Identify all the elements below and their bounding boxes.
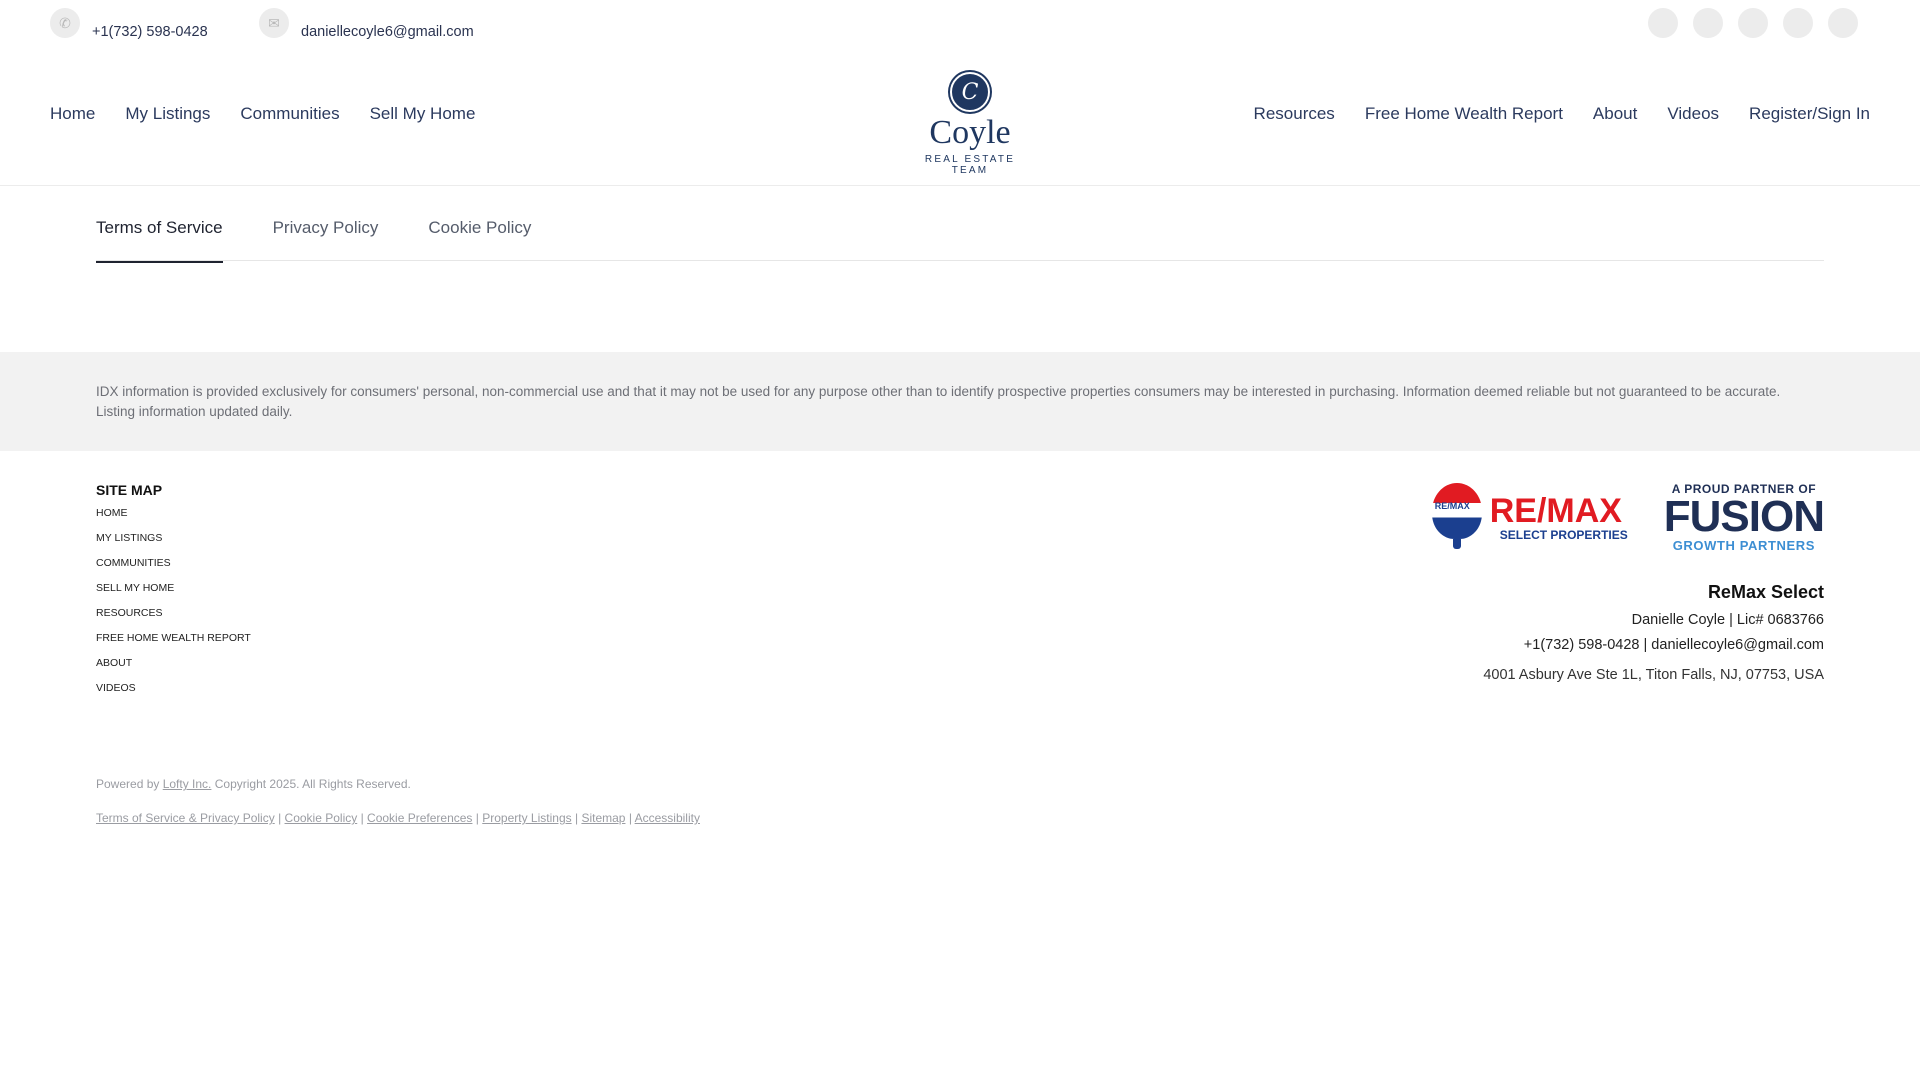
main-nav-right: Resources Free Home Wealth Report About … xyxy=(1254,104,1870,124)
top-contact-bar: ✆ +1(732) 598-0428 ✉ daniellecoyle6@gmai… xyxy=(0,0,1920,60)
logo-name: Coyle xyxy=(929,114,1011,151)
link-cookie-preferences[interactable]: Cookie Preferences xyxy=(367,811,472,825)
social-links xyxy=(1648,8,1858,38)
policy-tabs: Terms of Service Privacy Policy Cookie P… xyxy=(96,218,531,263)
sitemap-link-videos[interactable]: Videos xyxy=(96,681,251,706)
nav-item-home[interactable]: Home xyxy=(50,104,95,124)
nav-item-sell-my-home[interactable]: Sell My Home xyxy=(370,104,476,124)
remax-subtitle: SELECT PROPERTIES xyxy=(1499,527,1628,542)
email-contact[interactable]: ✉ daniellecoyle6@gmail.com xyxy=(259,8,474,40)
remax-logo: RE/MAX RE/MAX SELECT PROPERTIES xyxy=(1431,482,1628,553)
office-address: 4001 Asbury Ave Ste 1L, Titon Falls, NJ,… xyxy=(1483,667,1824,683)
tab-privacy-policy[interactable]: Privacy Policy xyxy=(273,218,379,262)
youtube-icon[interactable] xyxy=(1783,8,1813,38)
powered-by: Powered by Lofty Inc. Copyright 2025. Al… xyxy=(96,777,411,791)
lofty-link[interactable]: Lofty Inc. xyxy=(163,777,212,791)
legal-links: Terms of Service & Privacy Policy | Cook… xyxy=(96,811,700,825)
site-map: SITE MAP Home My Listings Communities Se… xyxy=(96,482,251,706)
idx-disclaimer-text: IDX information is provided exclusively … xyxy=(96,384,1781,419)
sitemap-link-resources[interactable]: Resources xyxy=(96,606,251,631)
fusion-logo: A PROUD PARTNER OF FUSION GROWTH PARTNER… xyxy=(1663,482,1825,553)
nav-item-videos[interactable]: Videos xyxy=(1667,104,1719,124)
idx-disclaimer-band: IDX information is provided exclusively … xyxy=(0,352,1920,451)
sitemap-link-communities[interactable]: Communities xyxy=(96,556,251,581)
nav-item-resources[interactable]: Resources xyxy=(1254,104,1335,124)
fusion-subtitle: GROWTH PARTNERS xyxy=(1672,538,1816,553)
nav-item-free-home-wealth-report[interactable]: Free Home Wealth Report xyxy=(1365,104,1563,124)
sitemap-link-home[interactable]: Home xyxy=(96,506,251,531)
agent-info: ReMax Select Danielle Coyle | Lic# 06837… xyxy=(1483,582,1824,683)
brokerage-name: ReMax Select xyxy=(1707,582,1824,602)
nav-item-my-listings[interactable]: My Listings xyxy=(125,104,210,124)
sitemap-link-free-home-wealth-report[interactable]: Free Home Wealth Report xyxy=(96,631,251,656)
sitemap-link-my-listings[interactable]: My Listings xyxy=(96,531,251,556)
link-terms-privacy[interactable]: Terms of Service & Privacy Policy xyxy=(96,811,275,825)
header-divider xyxy=(0,185,1920,186)
sitemap-link-sell-my-home[interactable]: Sell My Home xyxy=(96,581,251,606)
logo-mark-icon: C xyxy=(950,72,990,112)
nav-item-communities[interactable]: Communities xyxy=(240,104,339,124)
tabs-divider xyxy=(96,260,1824,261)
facebook-icon[interactable] xyxy=(1648,8,1678,38)
site-logo[interactable]: C Coyle REAL ESTATE TEAM xyxy=(908,72,1032,176)
remax-wordmark: RE/MAX xyxy=(1489,491,1622,530)
link-accessibility[interactable]: Accessibility xyxy=(635,811,700,825)
tab-terms-of-service[interactable]: Terms of Service xyxy=(96,218,223,263)
link-sitemap[interactable]: Sitemap xyxy=(581,811,625,825)
nav-item-register-sign-in[interactable]: Register/Sign In xyxy=(1749,104,1870,124)
tiktok-icon[interactable] xyxy=(1828,8,1858,38)
fusion-wordmark: FUSION xyxy=(1663,492,1825,541)
link-property-listings[interactable]: Property Listings xyxy=(482,811,571,825)
link-cookie-policy[interactable]: Cookie Policy xyxy=(285,811,358,825)
remax-balloon-icon: RE/MAX xyxy=(1431,482,1484,553)
mail-icon: ✉ xyxy=(259,8,289,38)
site-map-title: SITE MAP xyxy=(96,482,163,498)
nav-item-about[interactable]: About xyxy=(1593,104,1637,124)
agent-name-license: Danielle Coyle | Lic# 0683766 xyxy=(1631,612,1824,628)
email-address[interactable]: daniellecoyle6@gmail.com xyxy=(301,24,474,40)
tab-cookie-policy[interactable]: Cookie Policy xyxy=(428,218,531,262)
partner-logos: RE/MAX RE/MAX SELECT PROPERTIES A PROUD … xyxy=(1431,482,1825,553)
sitemap-link-about[interactable]: About xyxy=(96,656,251,681)
instagram-icon[interactable] xyxy=(1693,8,1723,38)
phone-contact[interactable]: ✆ +1(732) 598-0428 xyxy=(50,8,208,40)
agent-contact[interactable]: +1(732) 598-0428 | daniellecoyle6@gmail.… xyxy=(1483,637,1824,653)
phone-icon: ✆ xyxy=(50,8,80,38)
phone-number[interactable]: +1(732) 598-0428 xyxy=(92,24,208,40)
linkedin-icon[interactable] xyxy=(1738,8,1768,38)
logo-subtitle: REAL ESTATE TEAM xyxy=(924,154,1016,176)
main-nav-left: Home My Listings Communities Sell My Hom… xyxy=(50,104,475,124)
